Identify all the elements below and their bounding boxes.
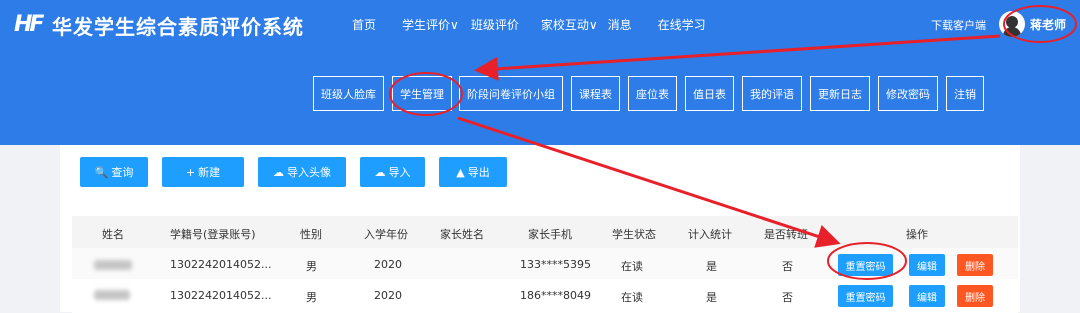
subnav-changelog[interactable]: 更新日志 (810, 76, 870, 111)
cell-transferred: 否 (782, 291, 793, 304)
cell-student-id: 1302242014052... (170, 258, 272, 271)
export-icon: ▲ (456, 165, 465, 179)
nav-home[interactable]: 首页 (352, 16, 376, 33)
table-header: 姓名 学籍号(登录账号) 性别 入学年份 家长姓名 家长手机 学生状态 计入统计… (72, 216, 1018, 248)
sub-nav: 班级人脸库 学生管理 阶段问卷评价小组 课程表 座位表 值日表 我的评语 更新日… (313, 76, 992, 111)
import-button[interactable]: ☁ 导入 (360, 157, 425, 187)
cell-parent-phone: 186****8049 (520, 289, 591, 302)
subnav-change-password[interactable]: 修改密码 (878, 76, 938, 111)
col-parent-phone[interactable]: 家长手机 (528, 226, 572, 242)
cell-counted: 是 (706, 260, 717, 273)
subnav-duty-roster[interactable]: 值日表 (685, 76, 734, 111)
col-parent-name[interactable]: 家长姓名 (440, 226, 484, 242)
cell-enroll-year: 2020 (374, 258, 402, 271)
delete-button[interactable]: 删除 (957, 285, 993, 307)
cell-status: 在读 (621, 291, 643, 304)
col-student-id[interactable]: 学籍号(登录账号) (170, 226, 256, 242)
reset-password-button[interactable]: 重置密码 (838, 285, 893, 307)
subnav-student-management[interactable]: 学生管理 (392, 76, 452, 111)
cell-transferred: 否 (782, 260, 793, 273)
subnav-logout[interactable]: 注销 (946, 76, 984, 111)
col-counted[interactable]: 计入统计 (688, 226, 732, 242)
nav-home-school[interactable]: 家校互动∨ (541, 16, 598, 33)
top-nav: 首页 学生评价∨ 班级评价 家校互动∨ 消息 在线学习 (352, 16, 730, 33)
toolbar: 🔍 查询 + 新建 ☁ 导入头像 ☁ 导入 ▲ 导出 (80, 157, 521, 187)
cell-status: 在读 (621, 260, 643, 273)
col-actions: 操作 (906, 228, 928, 241)
subnav-seating-chart[interactable]: 座位表 (628, 76, 677, 111)
new-button[interactable]: + 新建 (162, 157, 244, 187)
import-avatar-button[interactable]: ☁ 导入头像 (258, 157, 346, 187)
export-button-label: 导出 (467, 166, 490, 179)
subnav-timetable[interactable]: 课程表 (571, 76, 620, 111)
import-avatar-button-label: 导入头像 (287, 166, 331, 179)
search-button[interactable]: 🔍 查询 (80, 157, 148, 187)
col-enroll-year[interactable]: 入学年份 (364, 226, 408, 242)
cell-gender: 男 (306, 260, 317, 273)
nav-messages[interactable]: 消息 (608, 16, 632, 33)
avatar-body (1003, 27, 1021, 37)
search-icon: 🔍 (94, 165, 109, 179)
cloud-upload-icon: ☁ (273, 165, 284, 179)
new-button-label: 新建 (198, 166, 221, 179)
subnav-questionnaire-group[interactable]: 阶段问卷评价小组 (459, 76, 563, 111)
logo: HF (14, 12, 44, 37)
blurred-name (94, 290, 130, 300)
col-status[interactable]: 学生状态 (612, 226, 656, 242)
cell-parent-phone: 133****5395 (520, 258, 591, 271)
brand[interactable]: HF 华发学生综合素质评价系统 (14, 10, 304, 40)
cell-student-id: 1302242014052... (170, 289, 272, 302)
download-client-link[interactable]: 下载客户端 (931, 17, 986, 33)
table-row: 1302242014052... 男 2020 186****8049 在读 是… (72, 279, 1018, 313)
export-button[interactable]: ▲ 导出 (439, 157, 507, 187)
table-row: 1302242014052... 男 2020 133****5395 在读 是… (72, 248, 1018, 282)
user-name[interactable]: 蒋老师 (1030, 16, 1066, 33)
blurred-name (94, 260, 132, 270)
nav-student-eval[interactable]: 学生评价∨ (402, 16, 459, 33)
subnav-face-library[interactable]: 班级人脸库 (313, 76, 384, 111)
avatar[interactable] (999, 11, 1025, 37)
cell-gender: 男 (306, 291, 317, 304)
delete-button[interactable]: 删除 (957, 254, 993, 276)
cloud-upload-icon: ☁ (374, 165, 386, 179)
nav-class-eval[interactable]: 班级评价 (471, 16, 519, 33)
edit-button[interactable]: 编辑 (909, 285, 945, 307)
cell-enroll-year: 2020 (374, 289, 402, 302)
nav-online-learning[interactable]: 在线学习 (658, 16, 706, 33)
reset-password-button[interactable]: 重置密码 (838, 254, 893, 276)
app-title: 华发学生综合素质评价系统 (52, 14, 304, 39)
app-header: HF 华发学生综合素质评价系统 首页 学生评价∨ 班级评价 家校互动∨ 消息 在… (0, 0, 1080, 145)
cell-counted: 是 (706, 291, 717, 304)
subnav-my-comments[interactable]: 我的评语 (742, 76, 802, 111)
edit-button[interactable]: 编辑 (909, 254, 945, 276)
col-name[interactable]: 姓名 (102, 226, 124, 242)
col-gender[interactable]: 性别 (300, 226, 322, 242)
plus-icon: + (185, 165, 196, 179)
col-transferred[interactable]: 是否转班 (764, 226, 808, 242)
search-button-label: 查询 (111, 166, 134, 179)
import-button-label: 导入 (388, 166, 411, 179)
